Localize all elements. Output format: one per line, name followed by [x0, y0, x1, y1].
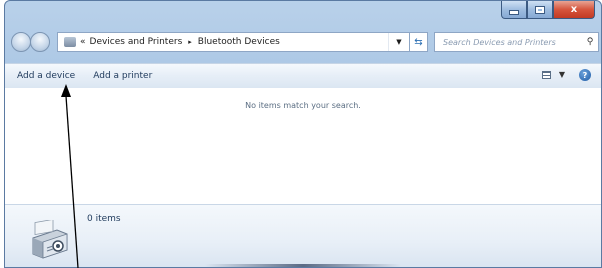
add-printer-button[interactable]: Add a printer [84, 71, 161, 81]
view-options-icon [541, 70, 551, 79]
nav-buttons [11, 31, 57, 53]
maximize-button[interactable] [527, 1, 553, 19]
address-bar[interactable]: « Devices and Printers ▸ Bluetooth Devic… [57, 32, 410, 52]
chevron-down-icon: ▼ [558, 70, 565, 79]
refresh-icon[interactable]: ⇆ [410, 32, 428, 52]
devices-folder-icon [64, 37, 76, 47]
add-device-button[interactable]: Add a device [5, 71, 84, 81]
breadcrumb-overflow[interactable]: « [80, 37, 86, 47]
breadcrumb-separator[interactable]: ▸ [188, 38, 192, 46]
chevron-down-icon[interactable]: ▼ [388, 33, 409, 51]
details-pane: 0 items [5, 204, 601, 267]
minimize-button[interactable] [501, 1, 527, 19]
forward-arrow-icon[interactable] [30, 32, 50, 52]
help-button[interactable]: ? [579, 69, 591, 81]
breadcrumb-bluetooth-devices[interactable]: Bluetooth Devices [198, 37, 280, 47]
back-arrow-icon[interactable] [11, 32, 31, 52]
item-count: 0 items [87, 214, 121, 224]
breadcrumb-devices-and-printers[interactable]: Devices and Printers [90, 37, 183, 47]
bottom-edge [205, 264, 401, 267]
empty-message: No items match your search. [245, 101, 361, 110]
close-button[interactable]: x [553, 1, 595, 19]
navigation-bar: « Devices and Printers ▸ Bluetooth Devic… [11, 31, 599, 55]
search-input[interactable] [435, 36, 582, 48]
explorer-window: x « Devices and Printers ▸ Bluetooth Dev… [4, 0, 602, 268]
command-bar: Add a device Add a printer ▼ ? [5, 63, 601, 89]
caption-buttons: x [501, 1, 595, 21]
maximize-icon [535, 5, 545, 14]
view-options-button[interactable]: ▼ [541, 70, 565, 79]
content-area[interactable]: No items match your search. [5, 88, 601, 204]
search-box[interactable]: ⚲ [434, 32, 599, 52]
search-icon[interactable]: ⚲ [582, 37, 598, 47]
devices-printers-icon [32, 220, 68, 259]
minimize-icon [509, 10, 519, 15]
